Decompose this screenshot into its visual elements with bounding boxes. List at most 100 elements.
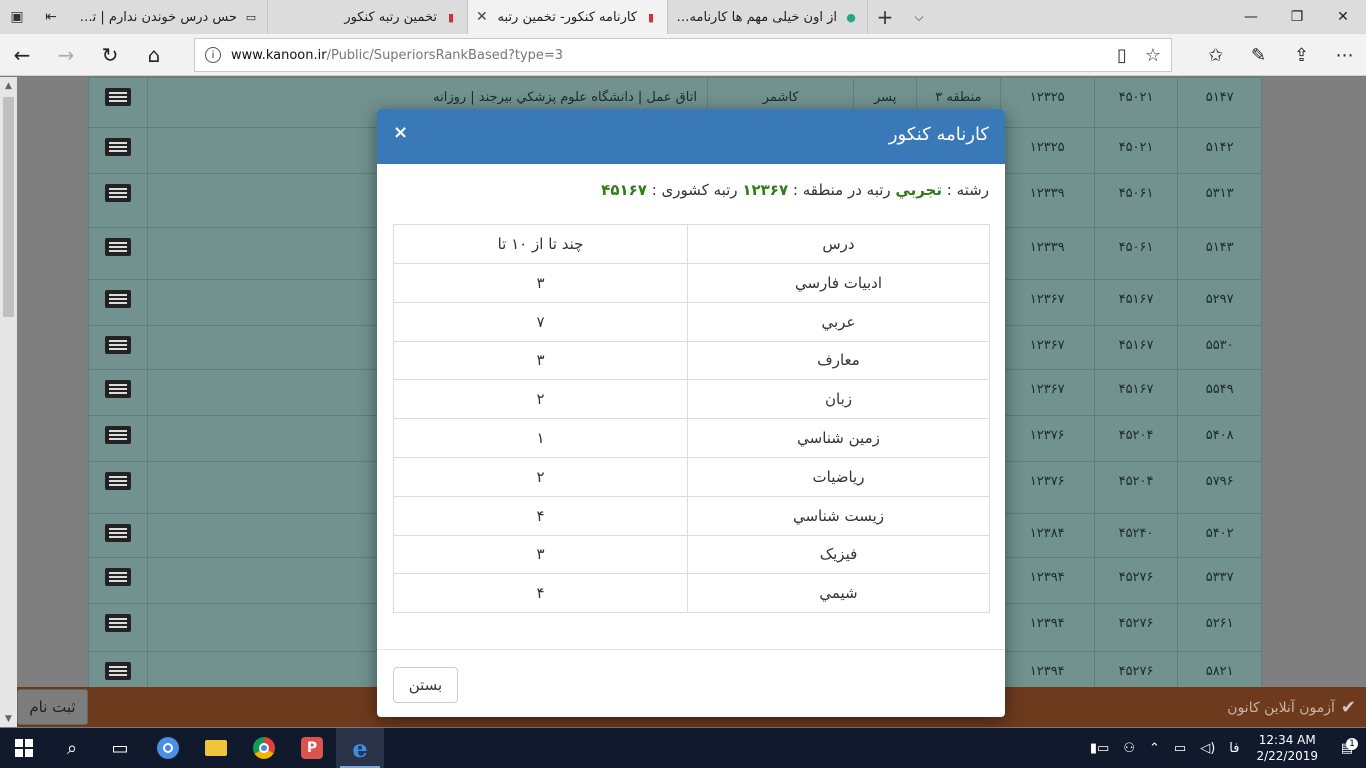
table-row: شيمي ۴ [393, 573, 990, 614]
subject-cell: شيمي [687, 573, 990, 614]
chevron-down-icon[interactable]: ⌵ [902, 0, 936, 34]
notification-count: 1 [1346, 737, 1358, 750]
file-explorer-icon[interactable] [192, 728, 240, 768]
list-document-icon [104, 662, 131, 680]
report-card-button[interactable] [88, 227, 148, 280]
rank-cell: ۵۷۹۶ [1177, 461, 1262, 514]
new-tab-icon[interactable]: + [868, 0, 902, 34]
report-card-button[interactable] [88, 461, 148, 514]
p-app-icon[interactable]: P [288, 728, 336, 768]
subject-cell: معارف [687, 340, 990, 381]
clock-time: 12:34 AM [1258, 733, 1316, 747]
report-card-button[interactable] [88, 325, 148, 370]
scroll-up-icon[interactable]: ▲ [0, 77, 17, 94]
volume-icon[interactable]: ◁) [1193, 741, 1222, 756]
browser-tools: ✩ ✎ ⇪ ⋯ [1194, 34, 1366, 76]
url-domain: www.kanoon.ir [231, 47, 327, 63]
report-card-button[interactable] [88, 603, 148, 652]
report-card-button[interactable] [88, 173, 148, 228]
subject-cell: زيست شناسي [687, 495, 990, 536]
vertical-scrollbar[interactable]: ▲ ▼ [0, 77, 17, 727]
report-card-button[interactable] [88, 279, 148, 326]
tab-4[interactable]: ● از اون خیلی مهم ها کارنامه ها [668, 0, 868, 34]
restore-icon[interactable]: ❐ [1274, 0, 1320, 34]
minimize-icon[interactable]: — [1228, 0, 1274, 34]
reading-view-icon[interactable]: ▯ [1117, 45, 1127, 66]
score-cell: ۳ [393, 534, 688, 575]
report-card-modal: کارنامه کنکور × رشته : تجربي رتبه در منط… [377, 109, 1005, 717]
field-label: رشته : [942, 181, 989, 199]
report-card-button[interactable] [88, 415, 148, 462]
kanoon-online-link[interactable]: ✔ آزمون آنلاین کانون [1227, 697, 1356, 718]
clock[interactable]: 12:34 AM 2/22/2019 [1246, 732, 1328, 764]
close-button[interactable]: بستن [393, 667, 458, 703]
chevron-up-icon[interactable]: ⌃ [1142, 741, 1167, 756]
table-row: زبان ۲ [393, 379, 990, 420]
clock-date: 2/22/2019 [1256, 749, 1318, 763]
forward-icon[interactable]: → [44, 34, 88, 76]
close-window-icon[interactable]: ✕ [1320, 0, 1366, 34]
column-header-subject: درس [687, 224, 990, 264]
region-rank-cell: ۱۲۳۳۹ [999, 173, 1095, 228]
region-rank-cell: ۱۲۳۶۷ [999, 325, 1095, 370]
more-icon[interactable]: ⋯ [1323, 34, 1366, 76]
share-icon[interactable]: ⇪ [1280, 34, 1323, 76]
tab-2[interactable]: ▮ تخمین رتبه کنکور [268, 0, 468, 34]
table-row: فيزيک ۳ [393, 534, 990, 575]
scroll-down-icon[interactable]: ▼ [0, 710, 17, 727]
score-cell: ۷ [393, 301, 688, 342]
pen-icon[interactable]: ✎ [1237, 34, 1280, 76]
national-rank-cell: ۴۵۰۲۱ [1093, 77, 1179, 128]
region-rank-value: ۱۲۳۶۷ [742, 181, 789, 199]
back-icon[interactable]: ← [0, 34, 44, 76]
address-bar[interactable]: i www.kanoon.ir /Public/SuperiorsRankBas… [194, 38, 1172, 72]
set-aside-tabs-icon[interactable]: ⇤ [34, 0, 68, 34]
home-icon[interactable]: ⌂ [132, 34, 176, 76]
tab-bar: ▣ ⇤ ▭ حس درس خوندن ندارم | تصاو ▮ تخمین … [0, 0, 1366, 34]
network-icon[interactable]: ▭ [1167, 741, 1193, 756]
notification-center-icon[interactable]: ▤1 [1328, 737, 1366, 756]
tab-preview-icon[interactable]: ▣ [0, 0, 34, 34]
field-value: تجربي [895, 181, 943, 199]
window-controls: — ❐ ✕ [1228, 0, 1366, 34]
report-card-button[interactable] [88, 513, 148, 558]
report-card-button[interactable] [88, 127, 148, 174]
chrome-icon[interactable] [240, 728, 288, 768]
region-rank-cell: ۱۲۳۳۹ [999, 227, 1095, 280]
table-header-row: درس چند تا از ۱۰ تا [393, 224, 990, 264]
list-document-icon [104, 184, 131, 202]
task-view-icon[interactable]: ▭ [96, 728, 144, 768]
report-card-button[interactable] [88, 369, 148, 416]
list-document-icon [104, 568, 131, 586]
battery-icon[interactable]: ▮▭ [1083, 741, 1116, 756]
rank-cell: ۵۱۴۳ [1177, 227, 1262, 280]
close-icon[interactable]: × [393, 122, 408, 143]
language-indicator[interactable]: فا [1222, 741, 1246, 756]
edge-icon[interactable]: e [336, 728, 384, 768]
tab-title: حس درس خوندن ندارم | تصاو [76, 9, 237, 25]
info-icon[interactable]: i [205, 47, 221, 63]
page-icon: ▭ [245, 10, 257, 24]
tab-1[interactable]: ▭ حس درس خوندن ندارم | تصاو [68, 0, 268, 34]
subject-cell: ادبيات فارسي [687, 263, 990, 303]
modal-title: کارنامه کنکور [888, 124, 989, 145]
signup-button[interactable]: ثبت نام [17, 689, 88, 725]
refresh-icon[interactable]: ↻ [88, 34, 132, 76]
people-icon[interactable]: ⚇ [1116, 741, 1142, 756]
check-icon: ✔ [1340, 697, 1356, 718]
system-tray: ▮▭ ⚇ ⌃ ▭ ◁) فا 12:34 AM 2/22/2019 ▤1 [1083, 728, 1366, 768]
tab-3-active[interactable]: ▮ کارنامه کنکور- تخمین رتبه ✕ [468, 0, 668, 34]
region-rank-cell: ۱۲۳۲۵ [999, 77, 1095, 128]
report-card-button[interactable] [88, 557, 148, 604]
tab-title: کارنامه کنکور- تخمین رتبه [497, 9, 637, 25]
chrome-blue-icon[interactable] [144, 728, 192, 768]
score-cell: ۴ [393, 495, 688, 536]
windows-start-icon[interactable] [0, 728, 48, 768]
close-tab-icon[interactable]: ✕ [476, 9, 488, 25]
favorites-icon[interactable]: ✩ [1194, 34, 1237, 76]
report-card-button[interactable] [88, 77, 148, 128]
subject-cell: رياضيات [687, 456, 990, 497]
favorite-star-icon[interactable]: ☆ [1145, 45, 1161, 66]
scrollbar-thumb[interactable] [3, 97, 14, 317]
search-icon[interactable]: ⌕ [48, 728, 96, 768]
